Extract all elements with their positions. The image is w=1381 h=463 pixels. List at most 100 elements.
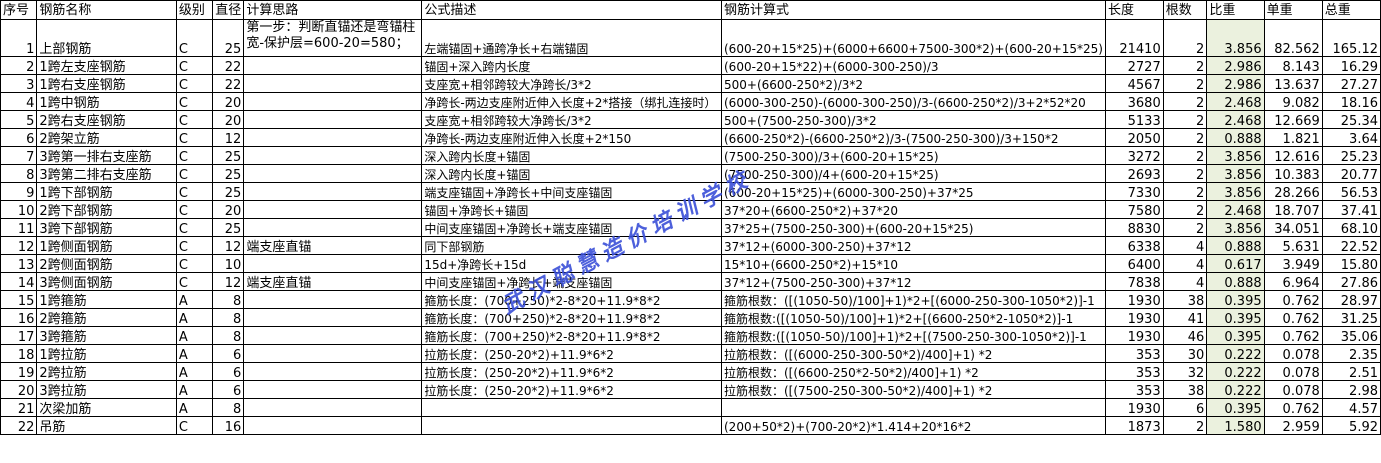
cell-no[interactable]: 4 <box>0 92 38 111</box>
cell-count[interactable]: 4 <box>1162 272 1208 291</box>
cell-count[interactable]: 2 <box>1162 200 1208 219</box>
cell-ratio[interactable]: 0.888 <box>1206 272 1265 291</box>
cell-count[interactable]: 2 <box>1162 56 1208 75</box>
cell-idea[interactable] <box>243 146 423 165</box>
cell-no[interactable]: 12 <box>0 236 38 255</box>
cell-name[interactable]: 2跨侧面钢筋 <box>36 254 177 273</box>
cell-name[interactable]: 1跨下部钢筋 <box>36 182 177 201</box>
cell-count[interactable]: 4 <box>1162 236 1208 255</box>
cell-idea[interactable] <box>243 74 423 93</box>
cell-no[interactable]: 2 <box>0 56 38 75</box>
cell-name[interactable]: 3跨第二排右支座筋 <box>36 164 177 183</box>
cell-name[interactable]: 2跨箍筋 <box>36 308 177 327</box>
cell-length[interactable]: 1873 <box>1105 416 1164 435</box>
cell-length[interactable]: 4567 <box>1105 74 1164 93</box>
cell-total-weight[interactable]: 165.12 <box>1321 19 1381 57</box>
cell-no[interactable]: 9 <box>0 182 38 201</box>
cell-count[interactable]: 30 <box>1162 344 1208 363</box>
cell-diameter[interactable]: 20 <box>212 92 245 111</box>
cell-diameter[interactable]: 25 <box>212 218 245 237</box>
cell-ratio[interactable]: 0.395 <box>1206 326 1265 345</box>
cell-unit-weight[interactable]: 5.631 <box>1263 236 1323 255</box>
cell-idea[interactable] <box>243 308 423 327</box>
cell-count[interactable]: 46 <box>1162 326 1208 345</box>
cell-ratio[interactable]: 3.856 <box>1206 218 1265 237</box>
cell-formula[interactable]: (600-20+15*22)+(6000-300-250)/3 <box>721 56 1106 75</box>
cell-name[interactable]: 1跨侧面钢筋 <box>36 236 177 255</box>
cell-idea[interactable] <box>243 254 423 273</box>
cell-description[interactable]: 左端锚固+通跨净长+右端锚固 <box>421 19 722 57</box>
cell-idea[interactable] <box>243 398 423 417</box>
header-cell-idea[interactable]: 计算思路 <box>243 0 423 20</box>
cell-formula[interactable]: 15*10+(6600-250*2)+15*10 <box>721 254 1106 273</box>
cell-formula[interactable]: (600-20+15*25)+(6000-300-250)+37*25 <box>721 182 1106 201</box>
cell-ratio[interactable]: 2.986 <box>1206 56 1265 75</box>
cell-name[interactable]: 2跨架立筋 <box>36 128 177 147</box>
cell-count[interactable]: 4 <box>1162 254 1208 273</box>
cell-count[interactable]: 2 <box>1162 164 1208 183</box>
cell-ratio[interactable]: 0.395 <box>1206 290 1265 309</box>
cell-unit-weight[interactable]: 12.669 <box>1263 110 1323 129</box>
cell-diameter[interactable]: 10 <box>212 254 245 273</box>
cell-diameter[interactable]: 8 <box>212 290 245 309</box>
header-cell-diameter[interactable]: 直径 <box>212 0 245 20</box>
cell-unit-weight[interactable]: 34.051 <box>1263 218 1323 237</box>
cell-diameter[interactable]: 8 <box>212 398 245 417</box>
cell-formula[interactable]: 箍筋根数：([(1050-50)/100]+1)*2+[(6000-250-30… <box>721 290 1106 309</box>
cell-ratio[interactable]: 0.222 <box>1206 380 1265 399</box>
cell-ratio[interactable]: 3.856 <box>1206 182 1265 201</box>
cell-diameter[interactable]: 12 <box>212 236 245 255</box>
cell-no[interactable]: 17 <box>0 326 38 345</box>
cell-no[interactable]: 18 <box>0 344 38 363</box>
cell-grade[interactable]: C <box>175 146 214 165</box>
cell-idea[interactable] <box>243 344 423 363</box>
cell-count[interactable]: 2 <box>1162 416 1208 435</box>
cell-diameter[interactable]: 8 <box>212 308 245 327</box>
cell-total-weight[interactable]: 37.41 <box>1321 200 1381 219</box>
cell-diameter[interactable]: 12 <box>212 128 245 147</box>
cell-total-weight[interactable]: 5.92 <box>1321 416 1381 435</box>
cell-idea[interactable] <box>243 380 423 399</box>
cell-idea[interactable] <box>243 290 423 309</box>
cell-unit-weight[interactable]: 1.821 <box>1263 128 1323 147</box>
cell-diameter[interactable]: 25 <box>212 146 245 165</box>
cell-unit-weight[interactable]: 12.616 <box>1263 146 1323 165</box>
cell-unit-weight[interactable]: 2.959 <box>1263 416 1323 435</box>
cell-diameter[interactable]: 25 <box>212 164 245 183</box>
cell-total-weight[interactable]: 25.23 <box>1321 146 1381 165</box>
cell-length[interactable]: 1930 <box>1105 308 1164 327</box>
cell-count[interactable]: 38 <box>1162 290 1208 309</box>
cell-unit-weight[interactable]: 28.266 <box>1263 182 1323 201</box>
header-cell-ratio[interactable]: 比重 <box>1206 0 1265 20</box>
cell-count[interactable]: 6 <box>1162 398 1208 417</box>
cell-length[interactable]: 3272 <box>1105 146 1164 165</box>
cell-grade[interactable]: C <box>175 218 214 237</box>
cell-description[interactable]: 拉筋长度：(250-20*2)+11.9*6*2 <box>421 380 722 399</box>
cell-length[interactable]: 6338 <box>1105 236 1164 255</box>
cell-total-weight[interactable]: 27.86 <box>1321 272 1381 291</box>
cell-grade[interactable]: A <box>175 380 214 399</box>
cell-description[interactable]: 15d+净跨长+15d <box>421 254 722 273</box>
cell-grade[interactable]: A <box>175 290 214 309</box>
cell-no[interactable]: 1 <box>0 19 38 57</box>
cell-name[interactable]: 1跨箍筋 <box>36 290 177 309</box>
cell-length[interactable]: 2693 <box>1105 164 1164 183</box>
cell-ratio[interactable]: 1.580 <box>1206 416 1265 435</box>
cell-name[interactable]: 2跨拉筋 <box>36 362 177 381</box>
cell-formula[interactable]: (600-20+15*25)+(6000+6600+7500-300*2)+(6… <box>721 19 1106 57</box>
cell-diameter[interactable]: 6 <box>212 344 245 363</box>
cell-grade[interactable]: C <box>175 92 214 111</box>
cell-description[interactable]: 箍筋长度：(700+250)*2-8*20+11.9*8*2 <box>421 326 722 345</box>
header-cell-no[interactable]: 序号 <box>0 0 38 20</box>
cell-idea[interactable] <box>243 362 423 381</box>
cell-grade[interactable]: C <box>175 110 214 129</box>
cell-formula[interactable]: 箍筋根数:([(1050-50)/100]+1)*2+[(7500-250-30… <box>721 326 1106 345</box>
cell-length[interactable]: 2050 <box>1105 128 1164 147</box>
cell-count[interactable]: 2 <box>1162 19 1208 57</box>
cell-total-weight[interactable]: 18.16 <box>1321 92 1381 111</box>
cell-name[interactable]: 吊筋 <box>36 416 177 435</box>
cell-diameter[interactable]: 25 <box>212 182 245 201</box>
cell-count[interactable]: 2 <box>1162 182 1208 201</box>
cell-description[interactable]: 同下部钢筋 <box>421 236 722 255</box>
header-cell-length[interactable]: 长度 <box>1105 0 1164 20</box>
